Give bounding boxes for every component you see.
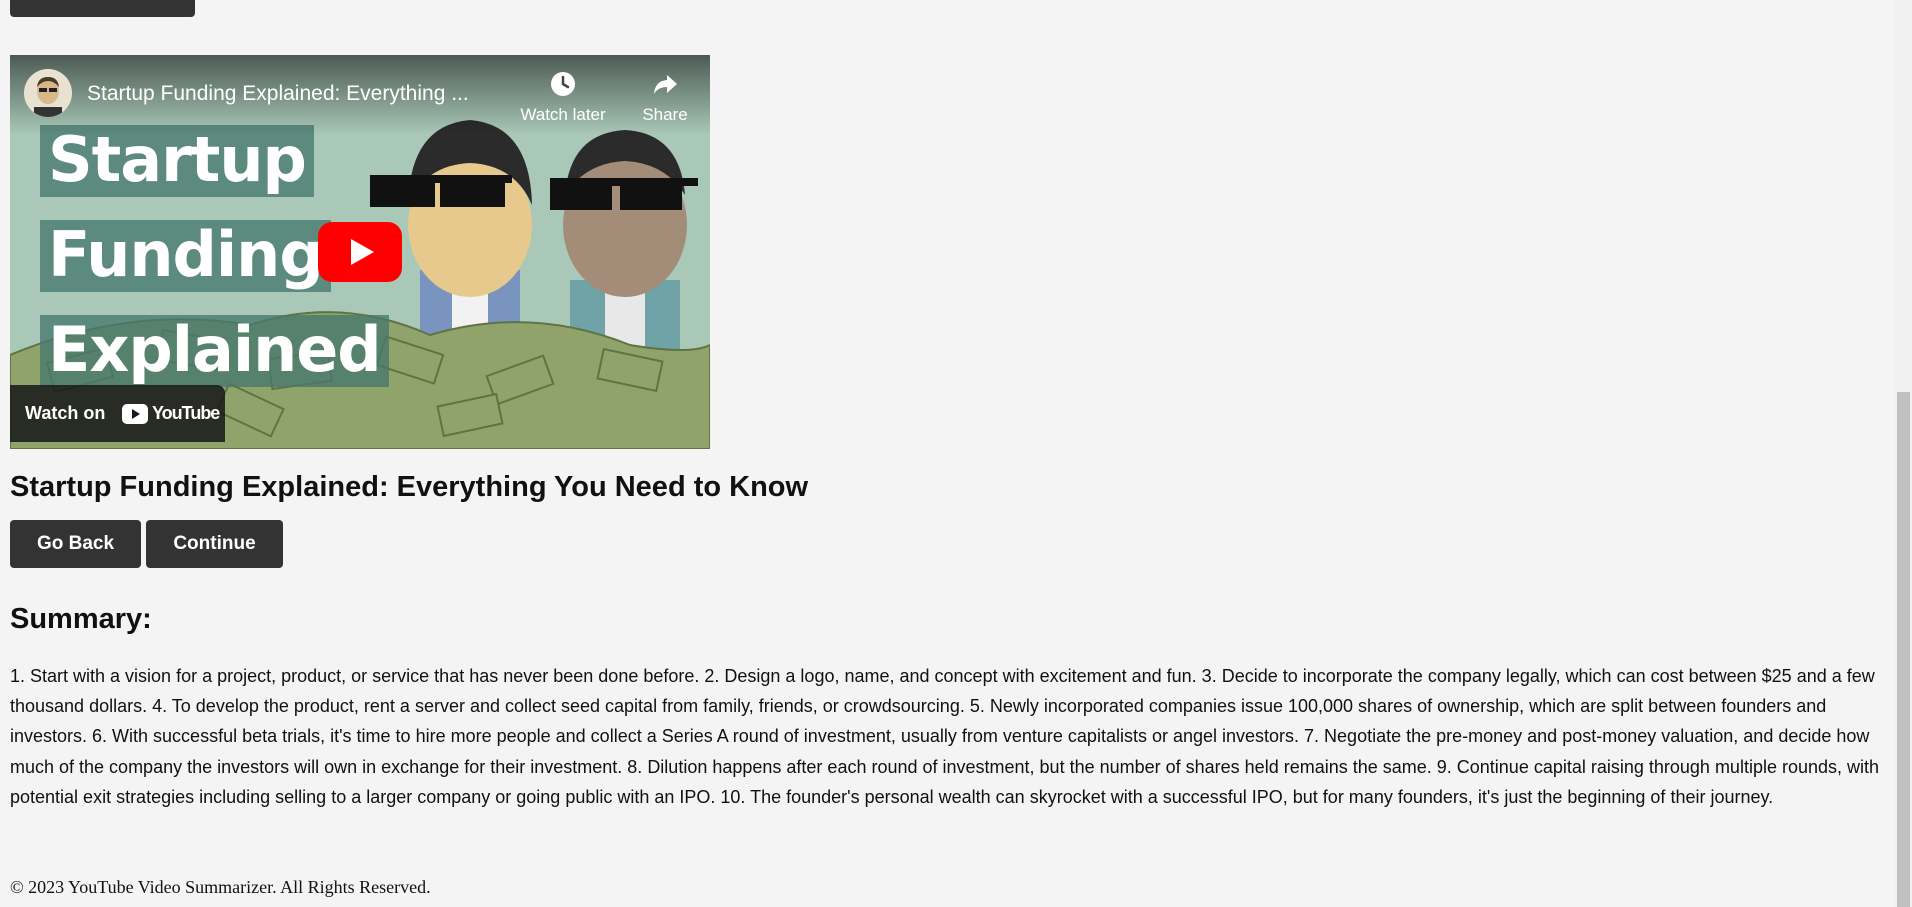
vertical-scrollbar[interactable] (1895, 0, 1912, 907)
thumbnail-title-line-2: Funding (40, 220, 331, 292)
youtube-play-icon[interactable] (318, 222, 402, 282)
summary-text: 1. Start with a vision for a project, pr… (10, 666, 1880, 807)
summary-heading: Summary: (10, 603, 152, 635)
scrollbar-thumb[interactable] (1897, 392, 1910, 907)
watch-on-label: Watch on (25, 403, 106, 423)
share-button[interactable]: Share (625, 69, 705, 125)
scrolled-off-button[interactable] (10, 0, 195, 17)
page: Startup Funding Explained Startup Fundin… (0, 0, 1912, 907)
youtube-logo: YouTube (122, 403, 220, 425)
share-label: Share (642, 105, 688, 124)
watch-later-label: Watch later (520, 105, 606, 124)
continue-button[interactable]: Continue (146, 520, 283, 568)
footer-copyright: © 2023 YouTube Video Summarizer. All Rig… (10, 877, 431, 897)
thumbnail-title-line-3: Explained (40, 315, 389, 387)
video-title-link[interactable]: Startup Funding Explained: Everything ..… (87, 82, 469, 106)
watch-on-youtube-button[interactable]: Watch on YouTube (10, 385, 225, 442)
share-arrow-icon (654, 75, 677, 94)
go-back-button[interactable]: Go Back (10, 520, 141, 568)
channel-avatar[interactable] (24, 69, 72, 117)
clock-icon (551, 72, 575, 96)
youtube-logo-icon (122, 404, 148, 424)
youtube-wordmark: YouTube (152, 403, 220, 423)
youtube-embed[interactable]: Startup Funding Explained Startup Fundin… (10, 55, 710, 449)
avatar-icon (24, 69, 72, 117)
thumbnail-title-line-1: Startup (40, 125, 314, 197)
watch-later-button[interactable]: Watch later (508, 69, 618, 125)
page-title: Startup Funding Explained: Everything Yo… (10, 471, 809, 503)
